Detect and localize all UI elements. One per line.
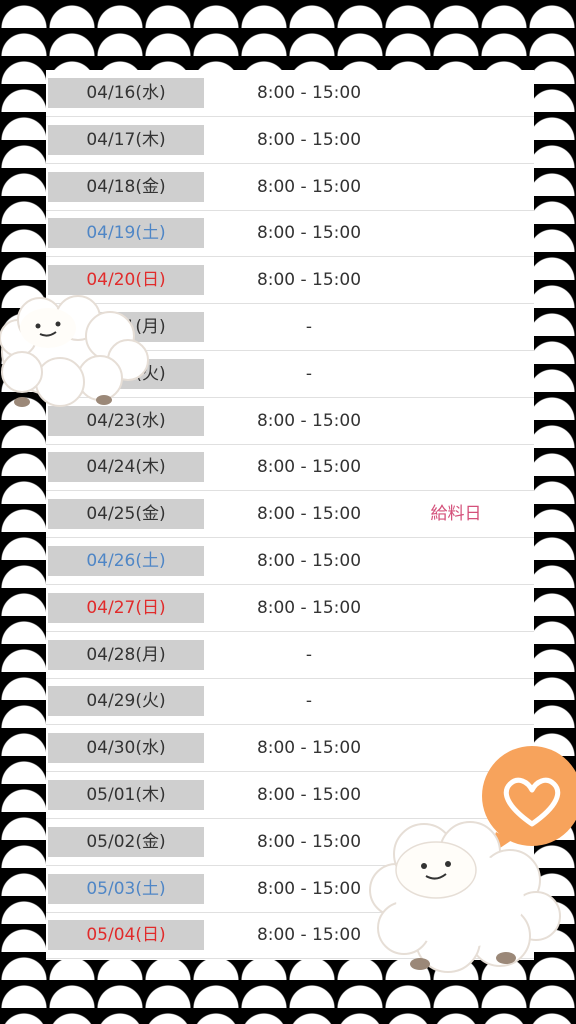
date-cell: 05/03(土) bbox=[48, 873, 204, 904]
date-cell: 04/29(火) bbox=[48, 686, 204, 717]
date-cell: 04/26(土) bbox=[48, 546, 204, 576]
shift-note bbox=[406, 398, 506, 444]
schedule-row: 04/16(水) 8:00 - 15:00 bbox=[46, 70, 534, 117]
shift-note bbox=[406, 70, 506, 116]
shift-time: - bbox=[305, 644, 313, 665]
schedule-row: 04/19(土) 8:00 - 15:00 bbox=[46, 210, 534, 258]
shift-note bbox=[406, 678, 506, 724]
shift-note bbox=[406, 117, 506, 163]
shift-time: - bbox=[305, 691, 313, 712]
date-cell: 04/27(日) bbox=[48, 592, 204, 623]
shift-note bbox=[406, 585, 506, 631]
shift-time: 8:00 - 15:00 bbox=[256, 504, 362, 525]
shift-note bbox=[406, 304, 506, 350]
sheep-sticker bbox=[0, 295, 149, 407]
shift-time: 8:00 - 15:00 bbox=[256, 410, 362, 431]
schedule-row: 04/28(月) - bbox=[46, 632, 534, 679]
date-cell: 04/16(水) bbox=[48, 78, 204, 108]
schedule-row: 04/17(木) 8:00 - 15:00 bbox=[46, 117, 534, 164]
schedule-row: 04/24(木) 8:00 - 15:00 bbox=[46, 444, 534, 492]
shift-time: 8:00 - 15:00 bbox=[256, 176, 362, 197]
date-cell: 05/04(日) bbox=[48, 920, 204, 951]
shift-time: 8:00 - 15:00 bbox=[256, 551, 362, 571]
shift-time: 8:00 - 15:00 bbox=[256, 129, 362, 150]
sheep-icon bbox=[0, 295, 149, 407]
shift-note bbox=[406, 164, 506, 210]
shift-time: 8:00 - 15:00 bbox=[256, 597, 362, 618]
shift-note bbox=[406, 351, 506, 397]
date-cell: 04/19(土) bbox=[48, 218, 204, 249]
shift-time: - bbox=[305, 363, 313, 384]
shift-note: 給料日 bbox=[430, 504, 482, 525]
schedule-row: 04/26(土) 8:00 - 15:00 bbox=[46, 538, 534, 585]
date-cell: 04/17(木) bbox=[48, 124, 204, 155]
date-cell: 05/01(木) bbox=[48, 780, 204, 810]
date-cell: 04/30(水) bbox=[48, 733, 204, 764]
date-cell: 04/24(木) bbox=[48, 452, 204, 483]
shift-time: 8:00 - 15:00 bbox=[256, 270, 362, 291]
shift-note bbox=[406, 538, 506, 584]
shift-time: 8:00 - 15:00 bbox=[256, 457, 362, 478]
shift-note bbox=[406, 210, 506, 256]
schedule-row: 04/25(金) 8:00 - 15:00 給料日 bbox=[46, 491, 534, 539]
date-cell: 04/23(水) bbox=[48, 405, 204, 436]
date-cell: 05/02(金) bbox=[48, 826, 204, 857]
shift-time: - bbox=[305, 317, 313, 337]
shift-note bbox=[406, 444, 506, 490]
date-cell: 04/25(金) bbox=[48, 499, 204, 530]
schedule-row: 04/27(日) 8:00 - 15:00 bbox=[46, 585, 534, 632]
shift-note bbox=[406, 632, 506, 678]
shift-time: 8:00 - 15:00 bbox=[256, 223, 362, 244]
shift-note bbox=[406, 257, 506, 303]
schedule-row: 04/18(金) 8:00 - 15:00 bbox=[46, 164, 534, 211]
date-cell: 04/28(月) bbox=[48, 639, 204, 670]
shift-time: 8:00 - 15:00 bbox=[256, 83, 362, 103]
date-cell: 04/18(金) bbox=[48, 171, 204, 202]
schedule-row: 04/29(火) - bbox=[46, 678, 534, 726]
sheep-heart-sticker bbox=[369, 746, 576, 973]
